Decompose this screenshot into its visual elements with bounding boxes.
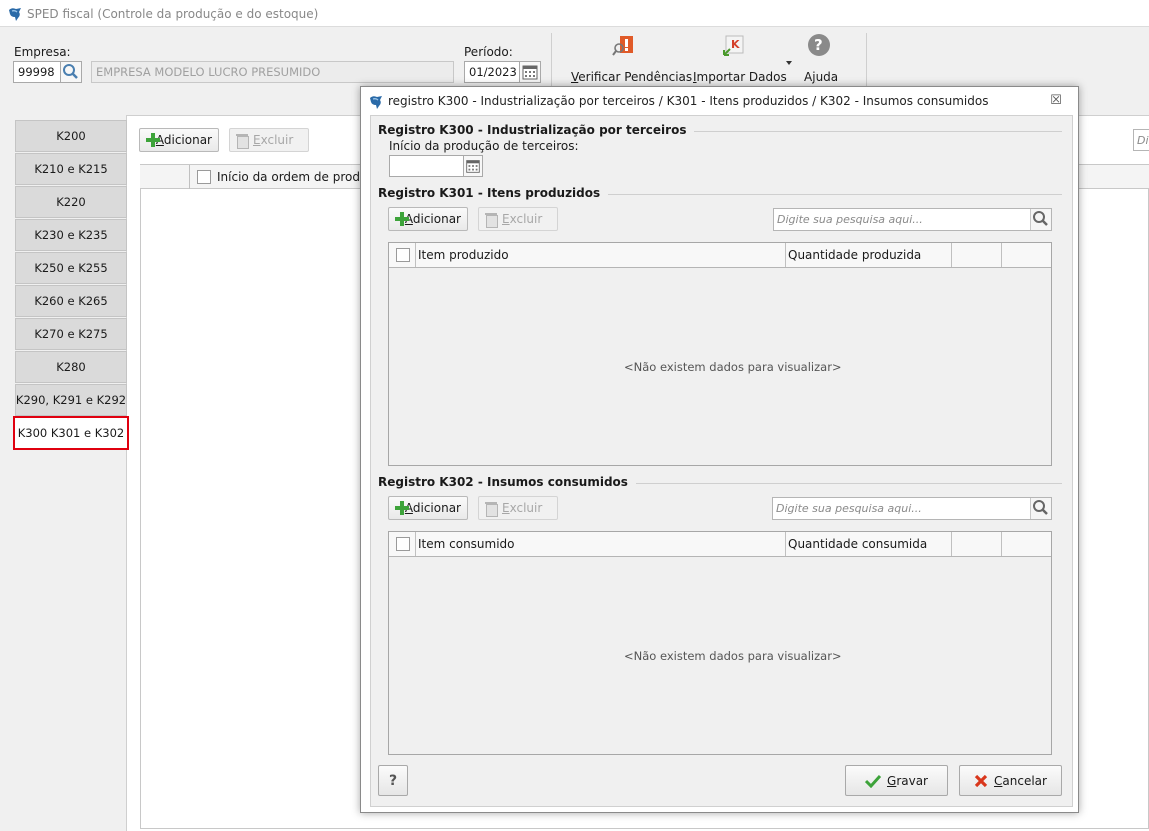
plus-icon (395, 212, 409, 226)
column-header-inicio[interactable]: Início da ordem de produç (217, 170, 374, 184)
trash-icon (485, 212, 498, 228)
gravar-button[interactable]: Gravar (845, 765, 948, 796)
tab-k210-k215[interactable]: K210 e K215 (15, 153, 127, 185)
checkmark-icon (865, 774, 881, 788)
periodo-calendar-button[interactable] (519, 61, 541, 83)
dropdown-arrow-icon[interactable] (786, 61, 792, 65)
tab-k200[interactable]: K200 (15, 120, 127, 152)
calendar-icon (466, 160, 480, 173)
k302-select-all-checkbox[interactable] (396, 537, 410, 551)
k301-select-all-checkbox[interactable] (396, 248, 410, 262)
dialog-title: registro K300 - Industrialização por ter… (388, 94, 989, 108)
k302-empty-message: <Não existem dados para visualizar> (624, 649, 842, 663)
column-header-empty (1001, 243, 1051, 267)
empresa-search-button[interactable] (60, 61, 82, 83)
tab-k220[interactable]: K220 (15, 186, 127, 218)
help-icon: ? (808, 34, 830, 56)
tab-k250-k255[interactable]: K250 e K255 (15, 252, 127, 284)
k301-section-title: Registro K301 - Itens produzidos (378, 186, 609, 200)
import-k-icon: K (723, 35, 744, 56)
k300-section-title: Registro K300 - Industrialização por ter… (378, 123, 695, 137)
trash-icon (236, 133, 249, 149)
importar-dados-button[interactable]: K Importar Dados (690, 33, 794, 88)
k300-inicio-input[interactable] (389, 155, 464, 177)
k301-search-input[interactable]: Digite sua pesquisa aqui... (773, 208, 1052, 231)
warning-document-icon (612, 36, 633, 56)
toolbar-separator (551, 33, 552, 88)
tab-k280[interactable]: K280 (15, 351, 127, 383)
search-icon (63, 64, 78, 79)
column-header-empty (951, 532, 1001, 556)
column-header-empty (951, 243, 1001, 267)
k300-calendar-button[interactable] (463, 155, 483, 177)
main-search-input[interactable]: Dig (1133, 129, 1149, 151)
k302-search-button[interactable] (1030, 498, 1051, 519)
periodo-input[interactable]: 01/2023 (464, 61, 520, 83)
column-header-quantidade-produzida[interactable]: Quantidade produzida (785, 243, 951, 267)
main-add-button[interactable]: Adicionar (139, 128, 219, 152)
column-header-empty (1001, 532, 1051, 556)
empresa-name-field: EMPRESA MODELO LUCRO PRESUMIDO (91, 61, 454, 83)
k300-inicio-label: Início da produção de terceiros: (389, 139, 579, 153)
k302-add-button[interactable]: Adicionar (388, 496, 468, 520)
ajuda-button[interactable]: ? Ajuda (800, 33, 840, 88)
trash-icon (485, 501, 498, 517)
k302-delete-button[interactable]: Excluir (478, 496, 558, 520)
tab-k260-k265[interactable]: K260 e K265 (15, 285, 127, 317)
plus-icon (395, 501, 409, 515)
tab-k300-k301-k302[interactable]: K300 K301 e K302 (13, 416, 129, 450)
search-icon (1033, 500, 1048, 515)
k301-items-grid: Item produzido Quantidade produzida <Não… (388, 242, 1052, 466)
empresa-label: Empresa: (14, 45, 71, 59)
close-icon[interactable]: ☒ (1049, 94, 1063, 108)
column-header-item-produzido[interactable]: Item produzido (415, 243, 785, 267)
search-icon (1033, 211, 1048, 226)
cancel-x-icon (974, 774, 988, 787)
svg-text:?: ? (814, 36, 823, 54)
periodo-label: Período: (464, 45, 513, 59)
dialog-app-icon (370, 96, 382, 109)
tab-k270-k275[interactable]: K270 e K275 (15, 318, 127, 350)
verificar-pendencias-button[interactable]: Verificar Pendências (566, 33, 692, 88)
column-header-quantidade-consumida[interactable]: Quantidade consumida (785, 532, 951, 556)
help-button[interactable]: ? (378, 765, 408, 796)
k302-search-input[interactable]: Digite sua pesquisa aqui... (772, 497, 1052, 520)
plus-icon (146, 133, 160, 147)
empresa-code-input[interactable]: 99998 (13, 61, 61, 83)
tab-k230-k235[interactable]: K230 e K235 (15, 219, 127, 251)
tab-k290-k291-k292[interactable]: K290, K291 e K292 (15, 384, 127, 416)
svg-text:K: K (731, 38, 740, 51)
k301-empty-message: <Não existem dados para visualizar> (624, 360, 842, 374)
window-title: SPED fiscal (Controle da produção e do e… (27, 7, 319, 21)
toolbar-separator (866, 33, 867, 88)
k301-add-button[interactable]: Adicionar (388, 207, 468, 231)
calendar-icon (522, 65, 538, 80)
k301-delete-button[interactable]: Excluir (478, 207, 558, 231)
k301-search-button[interactable] (1030, 209, 1051, 230)
help-icon: ? (388, 772, 398, 789)
cancelar-button[interactable]: Cancelar (959, 765, 1062, 796)
column-header-item-consumido[interactable]: Item consumido (415, 532, 785, 556)
k301-grid-header: Item produzido Quantidade produzida (389, 243, 1051, 268)
k302-section-title: Registro K302 - Insumos consumidos (378, 475, 636, 489)
k302-items-grid: Item consumido Quantidade consumida <Não… (388, 531, 1052, 755)
main-select-all-checkbox[interactable] (197, 170, 211, 184)
k302-grid-header: Item consumido Quantidade consumida (389, 532, 1051, 557)
app-logo-icon (9, 8, 21, 21)
main-delete-button[interactable]: Excluir (229, 128, 309, 152)
